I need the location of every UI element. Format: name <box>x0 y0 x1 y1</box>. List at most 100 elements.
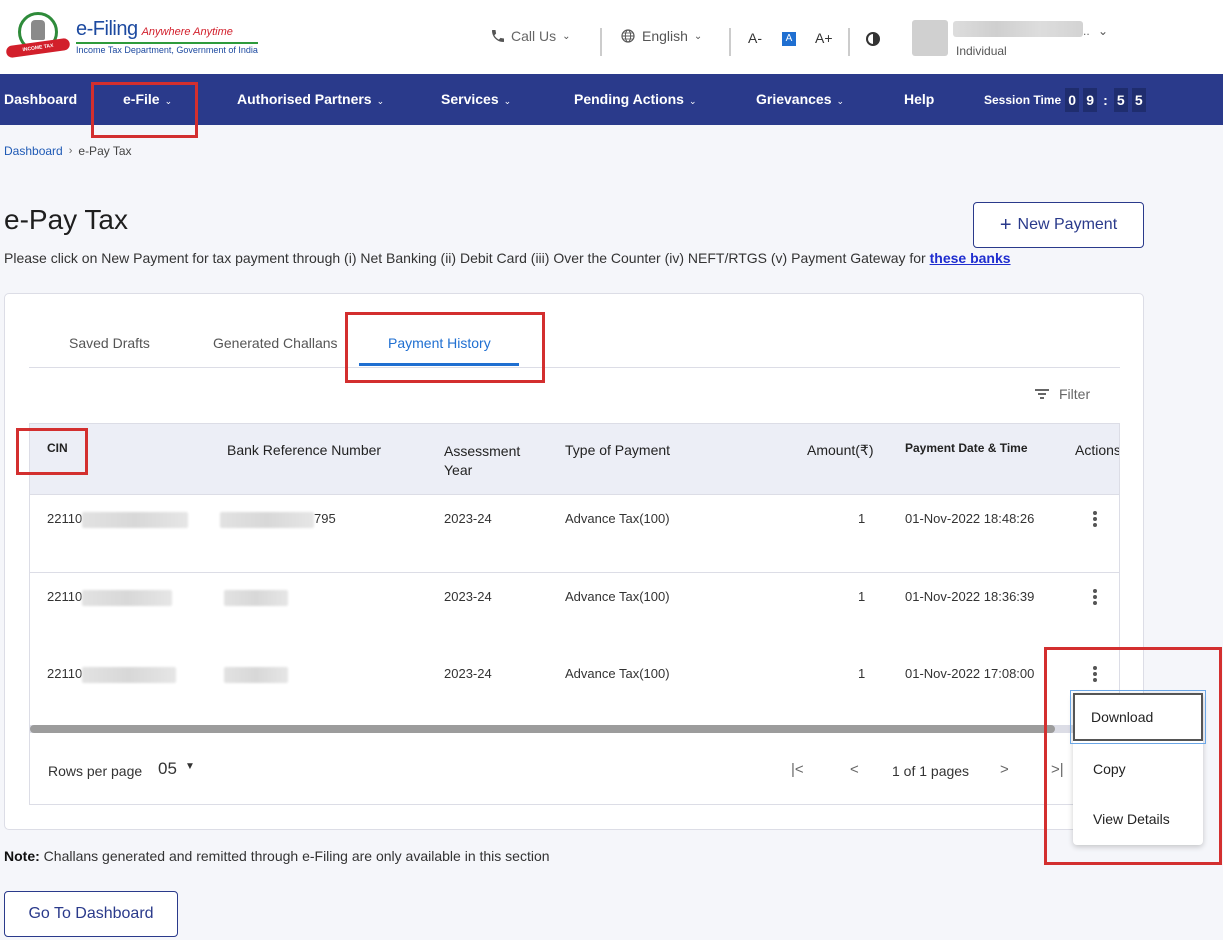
chevron-down-icon: ⌄ <box>836 96 845 106</box>
table-row: 22110 2023-24 Advance Tax(100) 1 01-Nov-… <box>30 573 1119 651</box>
redacted-value <box>82 589 173 606</box>
go-to-dashboard-button[interactable]: Go To Dashboard <box>4 891 178 937</box>
menu-item-download[interactable]: Download <box>1070 690 1206 744</box>
font-decrease-button[interactable]: A- <box>748 30 762 46</box>
chevron-down-icon: ⌄ <box>376 96 385 106</box>
scrollbar-thumb[interactable] <box>30 725 1055 733</box>
type-of-payment-cell: Advance Tax(100) <box>565 589 670 604</box>
column-bank-reference-number: Bank Reference Number <box>227 442 382 458</box>
session-digit: 5 <box>1113 88 1128 112</box>
efiling-logo[interactable]: INCOME TAX DEPARTMENT e-Filing Anywhere … <box>4 12 258 65</box>
main-navbar: Dashboard e-File ⌄ Authorised Partners ⌄ S… <box>0 74 1223 125</box>
nav-help[interactable]: Help <box>904 91 934 107</box>
session-timer: Session Time 0 9 : 5 5 <box>984 88 1146 112</box>
breadcrumb-dashboard[interactable]: Dashboard <box>4 144 63 158</box>
breadcrumb: Dashboard › e-Pay Tax <box>4 144 132 158</box>
redacted-value <box>224 589 288 606</box>
chevron-down-icon: ⌄ <box>503 96 512 106</box>
session-digit: 9 <box>1083 88 1098 112</box>
payment-history-table: CIN Bank Reference Number Assessment Yea… <box>29 423 1120 805</box>
previous-page-button[interactable]: < <box>850 761 859 778</box>
horizontal-scrollbar[interactable] <box>30 725 1119 733</box>
column-type-of-payment: Type of Payment <box>565 442 671 458</box>
plus-icon: + <box>999 213 1012 236</box>
column-cin: CIN <box>47 441 68 455</box>
more-actions-icon[interactable] <box>1092 589 1098 605</box>
rows-per-page-select[interactable]: 05 <box>158 759 177 779</box>
filter-icon <box>1035 389 1049 399</box>
amount-cell: 1 <box>858 511 866 526</box>
table-row: 22110 795 2023-24 Advance Tax(100) 1 01-… <box>30 495 1119 573</box>
tab-saved-drafts[interactable]: Saved Drafts <box>69 335 150 351</box>
user-menu-chevron-icon[interactable]: ⌄ <box>1098 24 1108 38</box>
first-page-button[interactable]: |< <box>791 761 804 778</box>
these-banks-link[interactable]: these banks <box>930 250 1011 266</box>
new-payment-button[interactable]: + New Payment <box>973 202 1144 248</box>
rows-per-page-label: Rows per page <box>48 763 143 779</box>
nav-services[interactable]: Services ⌄ <box>441 91 511 107</box>
globe-icon <box>621 29 635 43</box>
tab-payment-history[interactable]: Payment History <box>388 335 491 351</box>
column-actions: Actions <box>1075 442 1120 458</box>
more-actions-icon[interactable] <box>1092 666 1098 682</box>
language-label: English <box>642 28 688 44</box>
breadcrumb-current: e-Pay Tax <box>78 144 132 158</box>
column-amount: Amount(₹) <box>807 442 874 458</box>
row-actions-menu: Download Copy View Details <box>1070 690 1206 845</box>
amount-cell: 1 <box>858 666 866 681</box>
menu-item-copy[interactable]: Copy <box>1073 745 1203 793</box>
payment-instructions: Please click on New Payment for tax paym… <box>4 250 1011 266</box>
nav-dashboard[interactable]: Dashboard <box>4 91 77 107</box>
emblem-icon: INCOME TAX DEPARTMENT <box>4 12 72 65</box>
redacted-value <box>82 511 189 528</box>
divider <box>848 28 850 56</box>
more-actions-icon[interactable] <box>1092 511 1098 527</box>
font-normal-button[interactable]: A <box>782 32 796 46</box>
nav-pending-actions[interactable]: Pending Actions ⌄ <box>574 91 696 107</box>
payments-card: Saved Drafts Generated Challans Payment … <box>4 293 1144 830</box>
chevron-down-icon: ⌄ <box>562 30 571 42</box>
avatar[interactable] <box>912 20 948 56</box>
nav-grievances[interactable]: Grievances ⌄ <box>756 91 844 107</box>
payment-datetime-cell: 01-Nov-2022 17:08:00 <box>905 666 1035 681</box>
menu-item-view-details[interactable]: View Details <box>1073 795 1203 843</box>
nav-e-file[interactable]: e-File ⌄ <box>123 91 172 107</box>
pagination: Rows per page 05 ▼ |< < 1 of 1 pages > >… <box>30 733 1119 804</box>
divider <box>729 28 731 56</box>
session-digit: 0 <box>1065 88 1080 112</box>
chevron-down-icon: ⌄ <box>688 96 697 106</box>
logo-title: e-Filing <box>76 17 138 40</box>
caret-down-icon[interactable]: ▼ <box>185 761 195 772</box>
next-page-button[interactable]: > <box>1000 761 1009 778</box>
user-name-redacted[interactable] <box>953 21 1083 37</box>
last-page-button[interactable]: >| <box>1051 761 1064 778</box>
assessment-year-cell: 2023-24 <box>444 666 492 681</box>
session-digit: 5 <box>1131 88 1146 112</box>
new-payment-label: New Payment <box>1017 216 1118 233</box>
user-role: Individual <box>956 44 1007 58</box>
top-header: INCOME TAX DEPARTMENT e-Filing Anywhere … <box>0 0 1223 74</box>
chevron-down-icon: ⌄ <box>693 30 703 42</box>
bank-ref-cell: 795 <box>220 511 336 528</box>
page-title: e-Pay Tax <box>4 204 128 235</box>
divider <box>600 28 602 56</box>
session-label: Session Time <box>984 93 1062 107</box>
nav-authorised-partners[interactable]: Authorised Partners ⌄ <box>237 91 384 107</box>
filter-button[interactable]: Filter <box>1035 386 1090 402</box>
call-us-dropdown[interactable]: Call Us ⌄ <box>490 28 571 44</box>
tab-generated-challans[interactable]: Generated Challans <box>213 335 338 351</box>
column-assessment-year: Assessment Year <box>444 443 521 478</box>
cin-cell: 22110 <box>47 666 177 683</box>
redacted-value <box>224 666 288 683</box>
table-row: 22110 2023-24 Advance Tax(100) 1 01-Nov-… <box>30 650 1119 728</box>
page-indicator: 1 of 1 pages <box>892 763 970 779</box>
note: Note: Challans generated and remitted th… <box>4 848 550 864</box>
logo-subtitle: Income Tax Department, Government of Ind… <box>76 44 258 55</box>
font-increase-button[interactable]: A+ <box>815 30 833 46</box>
bank-ref-cell <box>224 589 288 606</box>
language-dropdown[interactable]: English ⌄ <box>620 28 702 44</box>
active-tab-indicator <box>359 363 519 366</box>
contrast-toggle-icon[interactable] <box>866 32 880 46</box>
session-separator: : <box>1103 92 1108 108</box>
redacted-value <box>220 511 314 528</box>
